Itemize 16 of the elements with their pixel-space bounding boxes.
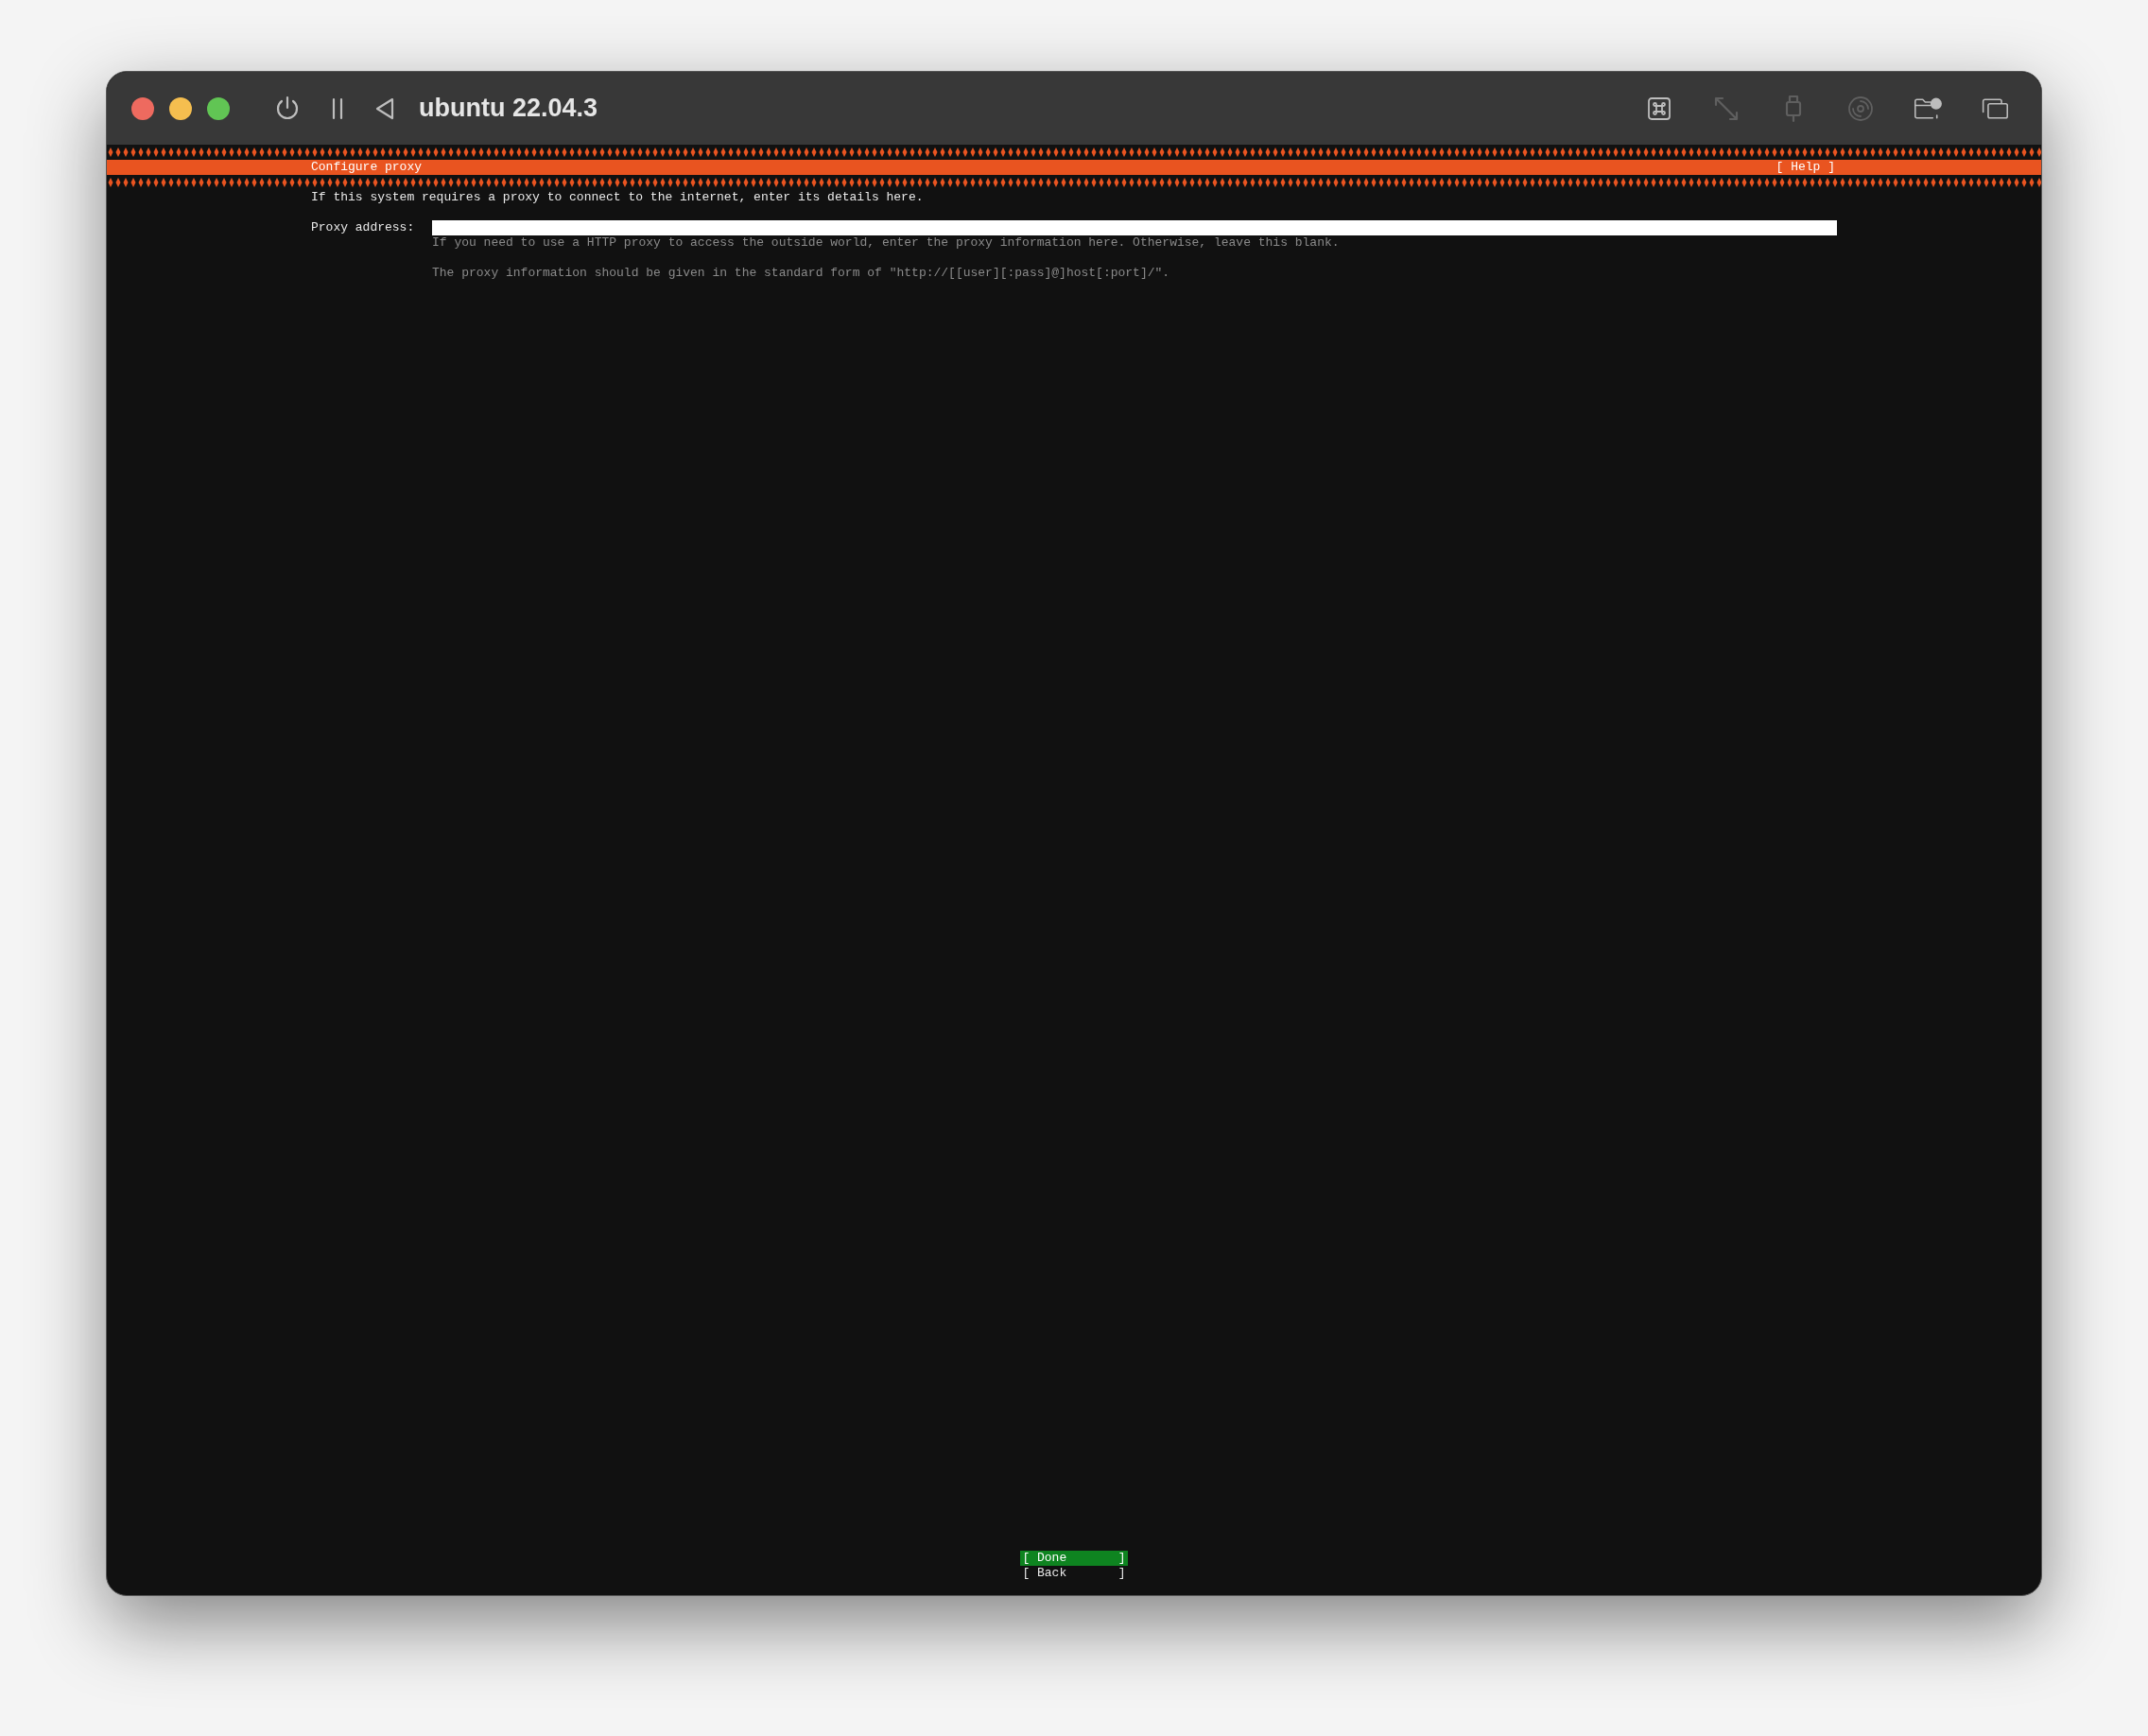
pause-icon[interactable] [330, 95, 345, 121]
close-button[interactable] [131, 96, 154, 120]
hint-text: The proxy information should be given in the standard form of "http://[[user][:pass]@]host[:port]/". [432, 266, 1171, 281]
field-label: Proxy address: [311, 220, 416, 235]
menu-button[interactable]: [ Back ] [1020, 1566, 1128, 1581]
screen-title: Configure proxy [311, 160, 423, 175]
minimize-button[interactable] [169, 96, 192, 120]
command-icon[interactable] [1645, 95, 1673, 121]
help-button[interactable]: [ Help ] [1776, 160, 1835, 175]
intro-text: If this system requires a proxy to connect to the internet, enter its details here. [311, 190, 925, 205]
proxy-address-field[interactable] [432, 220, 1837, 235]
window-title: ubuntu 22.04.3 [419, 93, 598, 125]
zoom-button[interactable] [207, 96, 230, 120]
back-icon[interactable] [373, 95, 396, 121]
menu-button[interactable]: [ Done ] [1020, 1551, 1128, 1566]
hint-text: If you need to use a HTTP proxy to access the outside world, enter the proxy information here. Otherwise, leave this blank. [432, 235, 1341, 251]
